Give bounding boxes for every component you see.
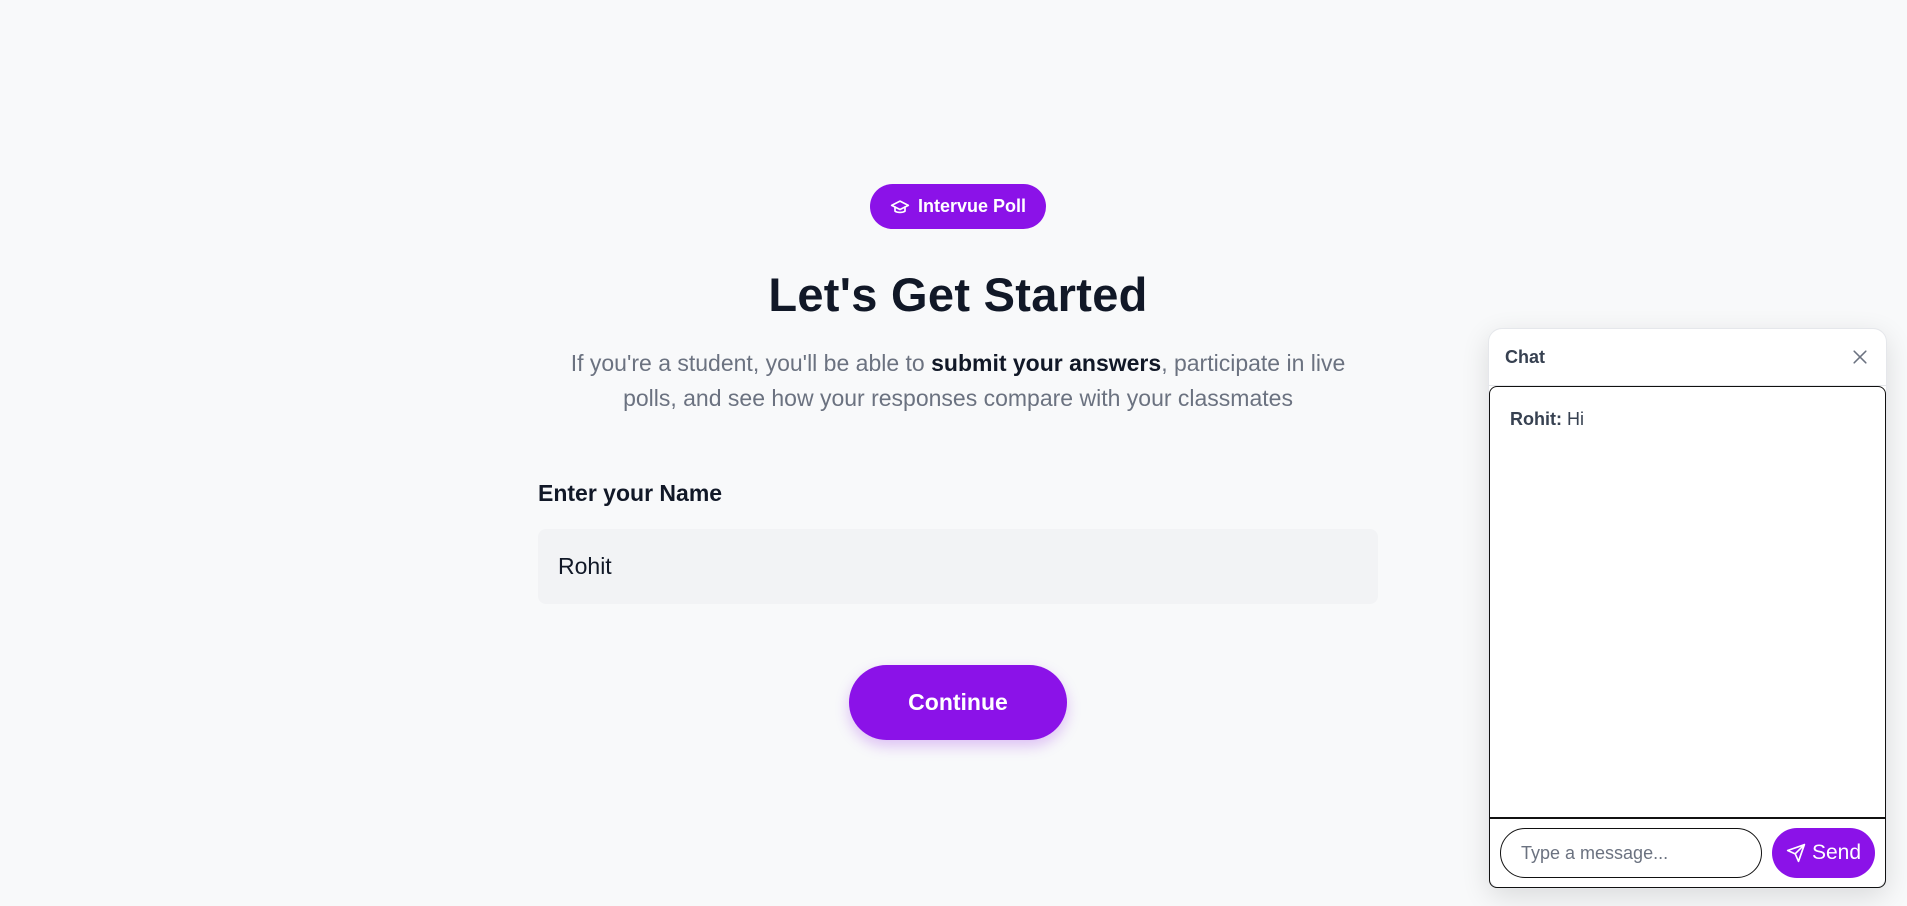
chat-message-text: Hi xyxy=(1567,409,1584,429)
chat-panel: Chat Rohit: Hi Send xyxy=(1488,328,1887,889)
chat-message-author: Rohit: xyxy=(1510,409,1562,429)
message-input[interactable] xyxy=(1500,828,1762,878)
name-input[interactable] xyxy=(538,529,1378,604)
send-icon xyxy=(1786,843,1806,863)
brand-badge-label: Intervue Poll xyxy=(917,196,1027,216)
chat-title: Chat xyxy=(1505,346,1545,367)
chat-messages: Rohit: Hi xyxy=(1489,386,1886,818)
onboarding-panel: Intervue Poll Let's Get Started If you'r… xyxy=(538,184,1378,740)
name-label: Enter your Name xyxy=(538,480,723,506)
page-subtitle: If you're a student, you'll be able to s… xyxy=(548,346,1368,416)
subtitle-text-start: If you're a student, you'll be able to xyxy=(570,350,932,376)
brand-badge: Intervue Poll xyxy=(869,184,1047,229)
chat-composer: Send xyxy=(1489,818,1886,888)
send-button-label: Send xyxy=(1811,841,1862,864)
page: Intervue Poll Let's Get Started If you'r… xyxy=(0,0,1907,906)
page-title: Let's Get Started xyxy=(768,268,1148,321)
send-button[interactable]: Send xyxy=(1772,828,1875,878)
graduation-cap-icon xyxy=(890,199,910,213)
subtitle-emphasis: submit your answers xyxy=(931,350,1162,376)
chat-header: Chat xyxy=(1489,329,1886,386)
chat-message: Rohit: Hi xyxy=(1510,409,1865,430)
continue-button[interactable]: Continue xyxy=(849,665,1067,740)
close-icon[interactable] xyxy=(1850,347,1870,367)
